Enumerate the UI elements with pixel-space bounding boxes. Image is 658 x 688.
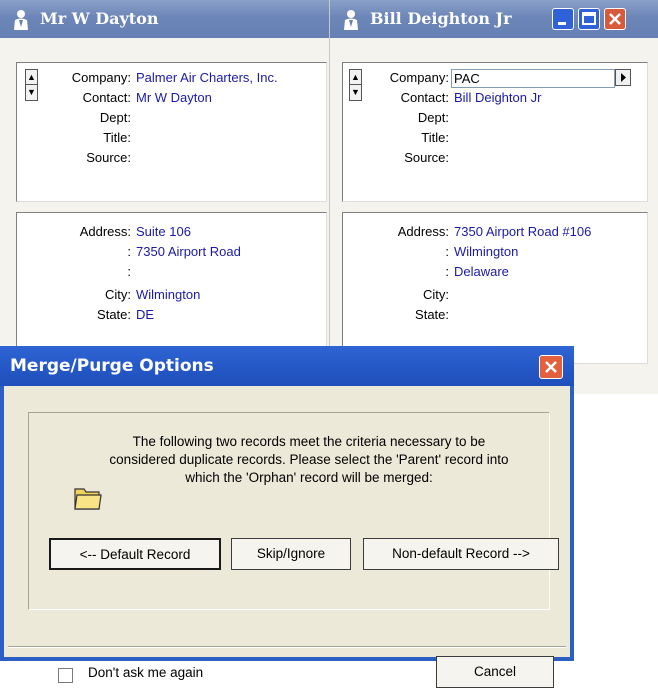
field-label: Address: xyxy=(79,224,131,239)
field-title: Title: xyxy=(17,129,326,147)
title-bar[interactable]: Mr W Dayton xyxy=(0,0,335,38)
dialog-message: The following two records meet the crite… xyxy=(109,434,509,485)
default-record-button[interactable]: <-- Default Record xyxy=(49,538,221,570)
record-window-dayton: Mr W Dayton ▲ ▼ Company: Palmer Air Char… xyxy=(0,0,335,364)
field-address-2: : Wilmington xyxy=(343,243,647,261)
field-label: State: xyxy=(415,307,449,322)
minimize-icon xyxy=(558,22,566,25)
non-default-record-button[interactable]: Non-default Record --> xyxy=(363,538,559,570)
person-icon xyxy=(14,10,28,30)
field-label: : xyxy=(445,244,449,259)
field-value[interactable]: 7350 Airport Road #106 xyxy=(454,223,591,241)
field-state: State: xyxy=(343,306,647,324)
field-label: : xyxy=(127,264,131,279)
field-label: Dept: xyxy=(417,110,449,125)
field-label: Contact: xyxy=(400,90,449,105)
field-address: Address: 7350 Airport Road #106 xyxy=(343,223,647,241)
field-value[interactable]: Suite 106 xyxy=(136,223,191,241)
dialog-title-bar[interactable]: Merge/Purge Options xyxy=(0,346,574,386)
company-input[interactable]: PAC xyxy=(451,69,615,88)
field-label: Company: xyxy=(389,70,449,85)
folder-icon xyxy=(74,488,102,510)
field-title: Title: xyxy=(343,129,647,147)
person-icon xyxy=(344,10,358,30)
company-dropdown-button[interactable] xyxy=(615,69,631,86)
minimize-button[interactable] xyxy=(552,8,574,30)
skip-ignore-button[interactable]: Skip/Ignore xyxy=(231,538,351,570)
field-value[interactable]: Wilmington xyxy=(454,243,518,261)
close-icon xyxy=(609,13,621,25)
field-address-3: : xyxy=(17,263,326,281)
field-contact: Contact: Mr W Dayton xyxy=(17,89,326,107)
field-label: Dept: xyxy=(99,110,131,125)
field-source: Source: xyxy=(343,149,647,167)
field-value[interactable]: 7350 Airport Road xyxy=(136,243,241,261)
field-label: Source: xyxy=(86,150,131,165)
field-address-3: : Delaware xyxy=(343,263,647,281)
field-value[interactable]: Wilmington xyxy=(136,286,200,304)
field-value[interactable]: Mr W Dayton xyxy=(136,89,212,107)
field-label: Source: xyxy=(404,150,449,165)
title-bar[interactable]: Bill Deighton Jr xyxy=(330,0,658,38)
dialog-body: The following two records meet the crite… xyxy=(4,386,570,688)
dialog-content-frame: The following two records meet the crite… xyxy=(28,412,559,610)
field-label: State: xyxy=(97,307,131,322)
address-panel: Address: 7350 Airport Road #106 : Wilmin… xyxy=(342,212,648,364)
maximize-button[interactable] xyxy=(578,8,600,30)
field-city: City: Wilmington xyxy=(17,286,326,304)
field-dept: Dept: xyxy=(17,109,326,127)
contact-panel: ▲ ▼ Company: PAC Contact: Bill Deighton … xyxy=(342,62,648,202)
field-city: City: xyxy=(343,286,647,304)
field-value[interactable]: Palmer Air Charters, Inc. xyxy=(136,69,278,87)
field-contact: Contact: Bill Deighton Jr xyxy=(343,89,647,107)
field-label: Company: xyxy=(71,70,131,85)
record-window-deighton: Bill Deighton Jr ▲ ▼ Company: PAC Contac… xyxy=(330,0,658,394)
address-panel: Address: Suite 106 : 7350 Airport Road :… xyxy=(16,212,327,364)
field-label: City: xyxy=(423,287,449,302)
field-label: Contact: xyxy=(82,90,131,105)
window-title: Bill Deighton Jr xyxy=(370,9,512,28)
field-address-2: : 7350 Airport Road xyxy=(17,243,326,261)
field-company: Company: PAC xyxy=(343,69,647,88)
close-icon xyxy=(545,361,557,373)
field-source: Source: xyxy=(17,149,326,167)
field-dept: Dept: xyxy=(343,109,647,127)
window-title: Mr W Dayton xyxy=(40,9,159,28)
dialog-separator xyxy=(8,646,566,648)
dont-ask-checkbox[interactable] xyxy=(58,668,73,683)
field-company: Company: Palmer Air Charters, Inc. xyxy=(17,69,326,87)
field-label: : xyxy=(127,244,131,259)
field-value[interactable]: Bill Deighton Jr xyxy=(454,89,541,107)
maximize-icon xyxy=(582,12,596,25)
merge-purge-dialog: Merge/Purge Options The following two re… xyxy=(0,346,574,688)
field-label: Title: xyxy=(103,130,131,145)
field-label: City: xyxy=(105,287,131,302)
field-address: Address: Suite 106 xyxy=(17,223,326,241)
close-button[interactable] xyxy=(604,8,626,30)
field-label: Title: xyxy=(421,130,449,145)
field-state: State: DE xyxy=(17,306,326,324)
field-value[interactable]: DE xyxy=(136,306,154,324)
field-label: Address: xyxy=(397,224,449,239)
field-label: : xyxy=(445,264,449,279)
field-value[interactable]: Delaware xyxy=(454,263,509,281)
dialog-close-button[interactable] xyxy=(539,355,563,379)
chevron-right-icon xyxy=(621,73,626,82)
dont-ask-label[interactable]: Don't ask me again xyxy=(88,665,203,680)
dialog-title: Merge/Purge Options xyxy=(10,356,214,376)
contact-panel: ▲ ▼ Company: Palmer Air Charters, Inc. C… xyxy=(16,62,327,202)
